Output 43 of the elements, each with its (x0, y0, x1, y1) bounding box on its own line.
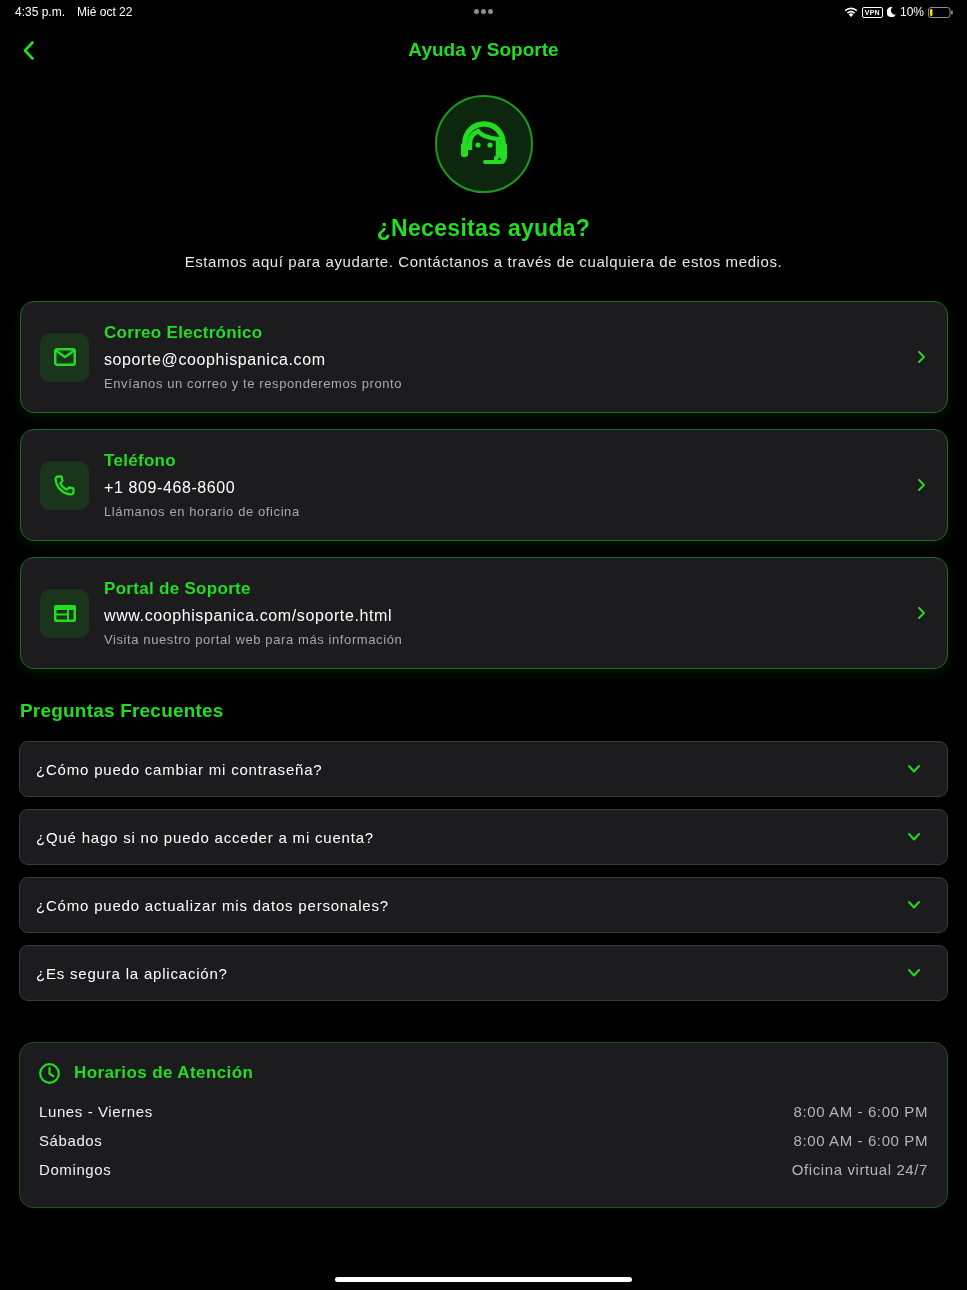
contact-card[interactable]: Correo Electrónico soporte@coophispanica.com Envíanos un correo y te responderemos pronto (20, 301, 948, 413)
support-agent-icon (458, 121, 509, 167)
chevron-right-icon (918, 607, 925, 619)
hours-days: Lunes - Viernes (39, 1102, 153, 1122)
faq-item[interactable]: ¿Es segura la aplicación? (19, 945, 948, 1001)
faq-item[interactable]: ¿Qué hago si no puedo acceder a mi cuenta? (19, 809, 948, 865)
chevron-right-icon (918, 479, 925, 491)
help-heading: ¿Necesitas ayuda? (376, 214, 591, 242)
faq-title: Preguntas Frecuentes (20, 699, 225, 723)
faq-item[interactable]: ¿Cómo puedo actualizar mis datos personales? (19, 877, 948, 933)
contact-value: www.coophispanica.com/soporte.html (104, 605, 393, 626)
hours-time: 8:00 AM - 6:00 PM (793, 1131, 928, 1151)
contact-description: Visita nuestro portal web para más información (104, 630, 403, 649)
hours-time: Oficina virtual 24/7 (791, 1160, 928, 1180)
moon-icon (886, 7, 896, 17)
wifi-icon (843, 7, 858, 17)
contact-card[interactable]: Portal de Soporte www.coophispanica.com/soporte.html Visita nuestro portal web para más información (20, 557, 948, 669)
chevron-left-icon (22, 40, 34, 60)
contact-title: Teléfono (104, 449, 176, 472)
web-window-icon (53, 604, 76, 622)
contact-title: Portal de Soporte (104, 577, 251, 600)
faq-item[interactable]: ¿Cómo puedo cambiar mi contraseña? (19, 741, 948, 797)
help-subtitle: Estamos aquí para ayudarte. Contáctanos a través de cualquiera de estos medios. (184, 252, 783, 272)
phone-icon (54, 474, 75, 496)
contact-card[interactable]: Teléfono +1 809-468-8600 Llámanos en horario de oficina (20, 429, 948, 541)
hours-days: Domingos (39, 1160, 112, 1180)
contact-description: Envíanos un correo y te responderemos pronto (104, 374, 403, 393)
status-date: Mié oct 22 (77, 5, 133, 19)
hours-title: Horarios de Atención (74, 1062, 254, 1084)
clock-icon (39, 1062, 60, 1084)
battery-icon (928, 6, 953, 18)
contact-description: Llámanos en horario de oficina (104, 502, 300, 521)
page-title: Ayuda y Soporte (408, 38, 559, 62)
battery-percentage: 10% (899, 5, 924, 19)
multitasking-dots-icon[interactable] (474, 9, 493, 14)
contact-value: +1 809-468-8600 (104, 477, 236, 498)
chevron-right-icon (918, 351, 925, 363)
hours-days: Sábados (39, 1131, 103, 1151)
contact-value: soporte@coophispanica.com (104, 349, 326, 370)
hours-time: 8:00 AM - 6:00 PM (793, 1102, 928, 1122)
mail-icon (53, 348, 76, 366)
contact-title: Correo Electrónico (104, 321, 263, 344)
status-time: 4:35 p.m. (15, 5, 66, 19)
